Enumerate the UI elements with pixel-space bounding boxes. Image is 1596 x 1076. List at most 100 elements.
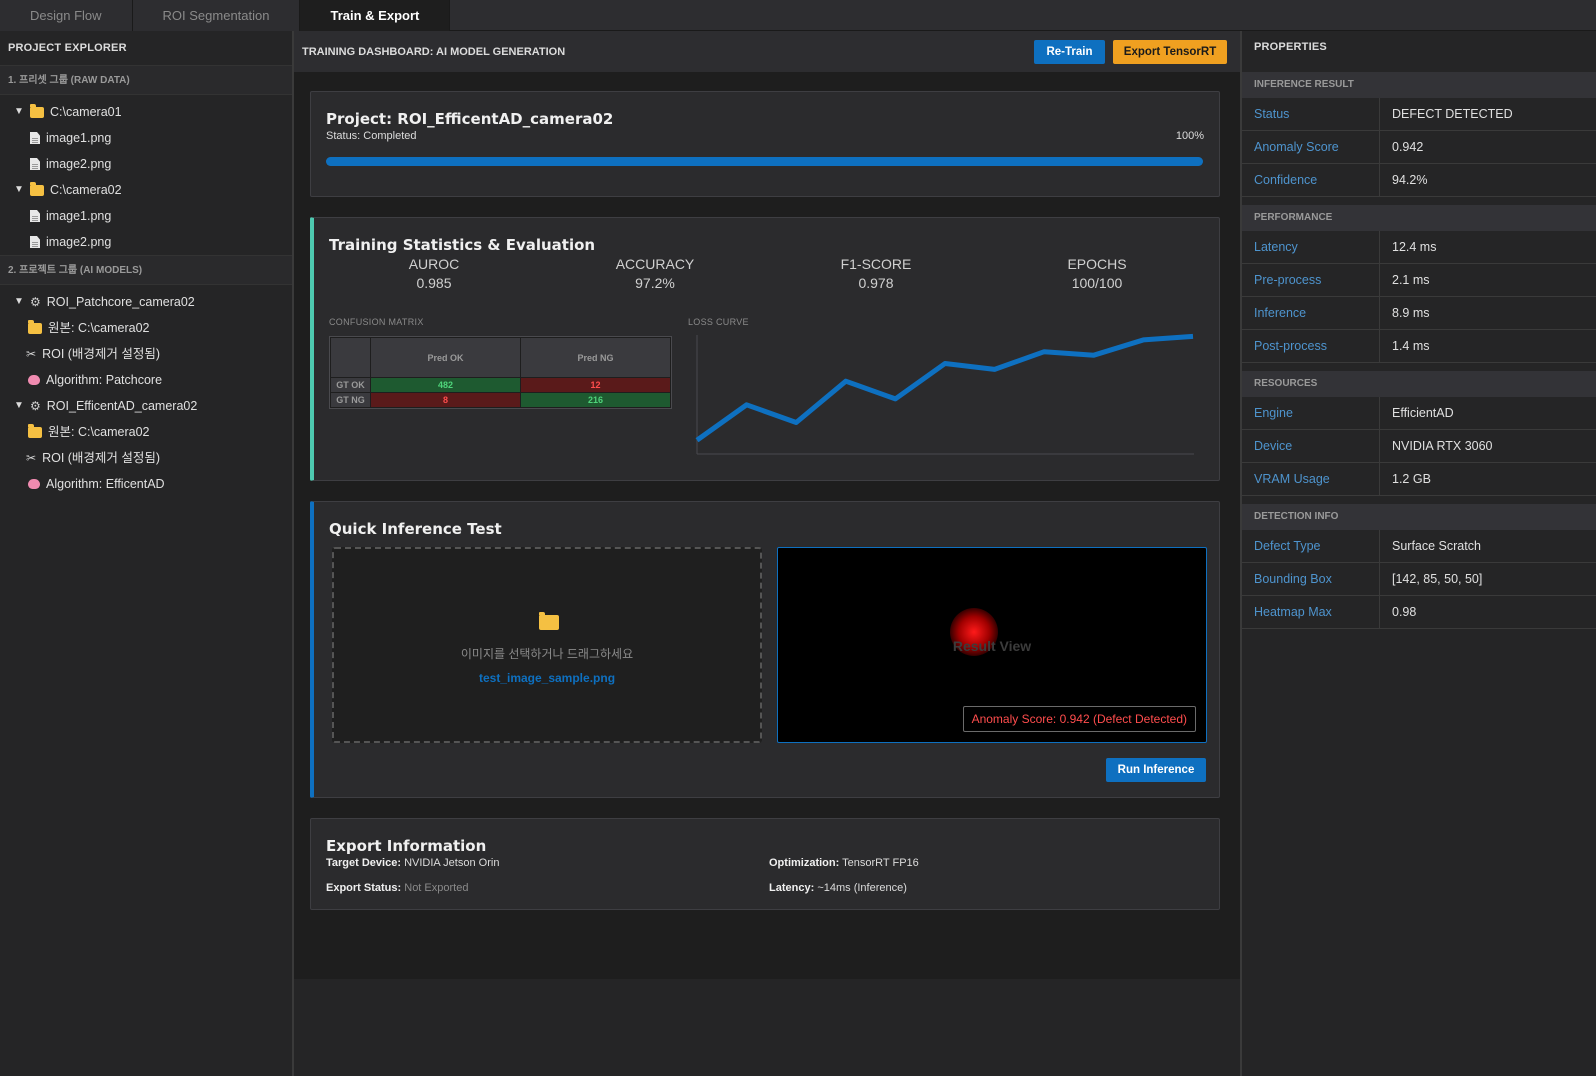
anomaly-score-badge: Anomaly Score: 0.942 (Defect Detected) [962,706,1196,732]
loss-series-line [695,333,1194,443]
explorer-title: PROJECT EXPLORER [8,42,127,54]
project-status-card: Project: ROI_EfficentAD_camera02 Status:… [310,91,1220,197]
progress-fill [326,157,1203,166]
cm-row-header: GT OK [330,377,371,393]
group-header-raw-data: 1. 프리셋 그룹 (RAW DATA) [0,65,292,95]
prop-value: 94.2% [1392,173,1428,187]
prop-row: Confidence 94.2% [1242,164,1596,197]
tab-design-flow[interactable]: Design Flow [0,0,133,31]
tree-folder-camera02[interactable]: ▼ C:\camera02 [0,177,292,203]
tree-model-source[interactable]: 원본: C:\camera02 [0,315,292,341]
prop-key: Engine [1242,397,1380,429]
scissors-icon: ✂ [26,451,37,465]
image-dropzone[interactable]: 이미지를 선택하거나 드래그하세요 test_image_sample.png [332,547,762,743]
cm-col-header: Pred OK [370,337,521,378]
stat-value: 97.2% [635,275,675,291]
field-key: Target Device: [326,857,401,869]
prop-key: Status [1242,98,1380,130]
run-inference-button[interactable]: Run Inference [1106,758,1206,782]
cm-row-header: GT NG [330,392,371,408]
scissors-icon: ✂ [26,347,37,361]
expand-arrow-icon[interactable]: ▼ [12,99,26,125]
loss-curve-chart [695,333,1194,455]
brain-icon [28,375,40,385]
tree-file[interactable]: image2.png [0,229,292,255]
stat-accuracy: ACCURACY 97.2% [565,256,745,291]
cm-corner [330,337,371,378]
prop-row: Pre-process 2.1 ms [1242,264,1596,297]
prop-value: 0.98 [1392,605,1417,619]
retrain-button[interactable]: Re-Train [1034,40,1105,64]
tree-model-algorithm[interactable]: Algorithm: Patchcore [0,367,292,393]
dashboard-content: Project: ROI_EfficentAD_camera02 Status:… [294,72,1240,979]
export-tensorrt-button[interactable]: Export TensorRT [1113,40,1227,64]
export-status: Export Status: Not Exported [326,882,468,894]
file-label: image1.png [46,131,112,145]
tree-file[interactable]: image1.png [0,203,292,229]
inference-title: Quick Inference Test [329,520,502,538]
file-icon [30,132,40,144]
folder-icon [30,181,44,196]
stat-label: AUROC [408,256,460,272]
prop-row: Engine EfficientAD [1242,397,1596,430]
stats-title: Training Statistics & Evaluation [329,236,596,254]
training-stats-card: Training Statistics & Evaluation AUROC 0… [310,217,1220,481]
tab-roi-segmentation[interactable]: ROI Segmentation [132,0,301,31]
tab-bar: Design Flow ROI Segmentation Train & Exp… [0,0,1596,31]
inference-test-card: Quick Inference Test 이미지를 선택하거나 드래그하세요 t… [310,501,1220,798]
section-inference-result: INFERENCE RESULT [1242,72,1596,98]
section-resources: RESOURCES [1242,371,1596,397]
selected-file-name[interactable]: test_image_sample.png [334,671,760,685]
tree-file[interactable]: image2.png [0,151,292,177]
result-view: Result View Anomaly Score: 0.942 (Defect… [777,547,1207,743]
prop-value: 0.942 [1392,140,1424,154]
folder-icon [30,103,44,118]
tree-model-algorithm[interactable]: Algorithm: EfficentAD [0,471,292,497]
algorithm-label: Algorithm: EfficentAD [46,477,165,491]
stat-value: 100/100 [1071,275,1123,291]
prop-value: DEFECT DETECTED [1392,107,1513,121]
stat-value: 0.978 [858,275,894,291]
expand-arrow-icon[interactable]: ▼ [12,289,26,315]
training-dashboard: TRAINING DASHBOARD: AI MODEL GENERATION … [294,31,1240,1076]
tree-model-roi[interactable]: ✂ ROI (배경제거 설정됨) [0,341,292,367]
stat-label: EPOCHS [1067,256,1127,272]
export-title: Export Information [326,837,487,855]
prop-value: Surface Scratch [1392,539,1481,553]
prop-value: EfficientAD [1392,406,1454,420]
model-label: ROI_EfficentAD_camera02 [46,399,198,413]
field-key: Optimization: [769,857,840,869]
prop-key: Heatmap Max [1242,596,1380,628]
expand-arrow-icon[interactable]: ▼ [12,393,26,419]
tree-model-patchcore[interactable]: ▼ ⚙ ROI_Patchcore_camera02 [0,289,292,315]
properties-title: PROPERTIES [1254,41,1327,53]
prop-key: Bounding Box [1242,563,1380,595]
prop-row: Status DEFECT DETECTED [1242,98,1596,131]
prop-row: VRAM Usage 1.2 GB [1242,463,1596,496]
stat-auroc: AUROC 0.985 [344,256,524,291]
tree-model-roi[interactable]: ✂ ROI (배경제거 설정됨) [0,445,292,471]
tree-file[interactable]: image1.png [0,125,292,151]
loss-curve-label: LOSS CURVE [688,317,749,327]
tree-model-efficentad[interactable]: ▼ ⚙ ROI_EfficentAD_camera02 [0,393,292,419]
file-label: image2.png [46,157,112,171]
field-key: Export Status: [326,882,402,894]
progress-percent: 100% [1175,130,1204,142]
prop-row: Device NVIDIA RTX 3060 [1242,430,1596,463]
prop-row: Bounding Box [142, 85, 50, 50] [1242,563,1596,596]
tree-model-source[interactable]: 원본: C:\camera02 [0,419,292,445]
tree-folder-camera01[interactable]: ▼ C:\camera01 [0,99,292,125]
prop-row: Inference 8.9 ms [1242,297,1596,330]
prop-key: VRAM Usage [1242,463,1380,495]
field-value: Not Exported [404,882,469,894]
folder-icon [28,423,42,438]
expand-arrow-icon[interactable]: ▼ [12,177,26,203]
folder-label: C:\camera02 [50,183,122,197]
brain-icon [28,479,40,489]
tab-train-export[interactable]: Train & Export [300,0,451,31]
field-value: NVIDIA Jetson Orin [404,857,500,869]
field-value: TensorRT FP16 [842,857,919,869]
dashboard-header: TRAINING DASHBOARD: AI MODEL GENERATION … [294,31,1240,72]
project-status: Status: Completed [326,130,417,142]
confusion-matrix: Pred OK Pred NG GT OK 482 12 GT NG 8 216 [329,336,672,409]
